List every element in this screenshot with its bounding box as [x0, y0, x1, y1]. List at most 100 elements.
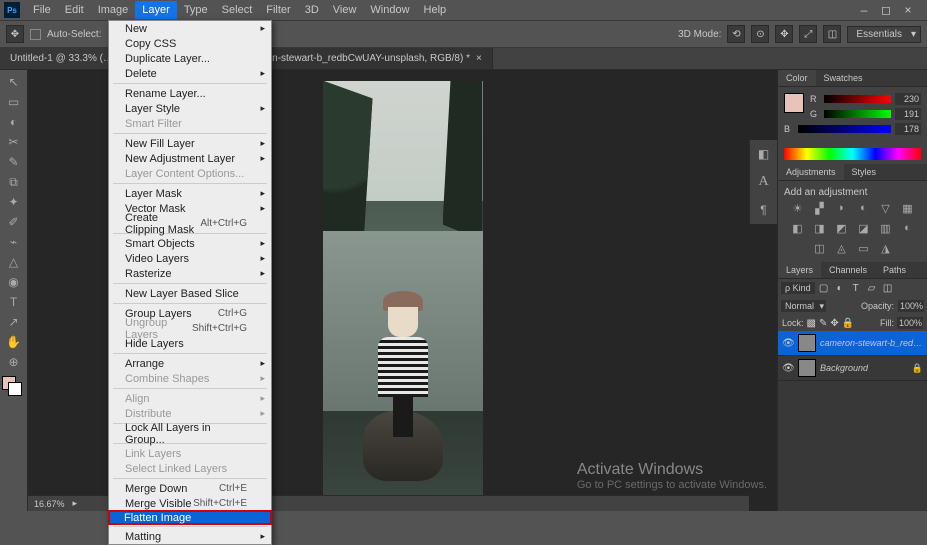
r-value[interactable]: 230 [895, 93, 921, 105]
menu-item-arrange[interactable]: Arrange [109, 356, 271, 371]
menu-item-delete[interactable]: Delete [109, 66, 271, 81]
menu-item-rename-layer-[interactable]: Rename Layer... [109, 86, 271, 101]
zoom-level[interactable]: 16.67% [34, 499, 65, 509]
selcolor-icon[interactable]: ◮ [878, 242, 894, 256]
menu-edit[interactable]: Edit [58, 1, 91, 19]
3d-icon-4[interactable]: ⤢ [799, 25, 817, 43]
filter-adj-icon[interactable]: ◐ [833, 283, 847, 294]
bw-icon[interactable]: ◨ [812, 222, 828, 236]
b-slider[interactable] [798, 125, 891, 133]
filter-type-icon[interactable]: T [849, 283, 863, 294]
photo-filter-icon[interactable]: ◩ [834, 222, 850, 236]
tool-10[interactable]: ◉ [2, 272, 26, 292]
invert-icon[interactable]: ◐ [900, 222, 916, 236]
menu-item-smart-objects[interactable]: Smart Objects [109, 236, 271, 251]
menu-3d[interactable]: 3D [298, 1, 326, 19]
menu-item-copy-css[interactable]: Copy CSS [109, 36, 271, 51]
menu-select[interactable]: Select [215, 1, 260, 19]
tool-14[interactable]: ⊕ [2, 352, 26, 372]
3d-icon-1[interactable]: ⟲ [727, 25, 745, 43]
blend-mode-select[interactable]: Normal [781, 300, 826, 312]
layer-row[interactable]: 👁Background🔒 [778, 356, 927, 381]
channel-mix-icon[interactable]: ◪ [856, 222, 872, 236]
color-spectrum[interactable] [784, 148, 921, 160]
para-panel-icon[interactable]: ¶ [754, 200, 774, 220]
bg-color-swatch[interactable] [8, 382, 22, 396]
filter-smart-icon[interactable]: ◫ [881, 283, 895, 294]
menu-item-layer-mask[interactable]: Layer Mask [109, 186, 271, 201]
menu-item-flatten-image[interactable]: Flatten Image [108, 510, 272, 525]
styles-tab[interactable]: Styles [844, 164, 885, 180]
lock-trans-icon[interactable]: ▩ [807, 318, 816, 329]
menu-view[interactable]: View [326, 1, 364, 19]
tool-3[interactable]: ✂ [2, 132, 26, 152]
menu-item-video-layers[interactable]: Video Layers [109, 251, 271, 266]
g-slider[interactable] [824, 110, 891, 118]
menu-item-create-clipping-mask[interactable]: Create Clipping MaskAlt+Ctrl+G [109, 216, 271, 231]
history-panel-icon[interactable]: ◧ [754, 144, 774, 164]
3d-icon-5[interactable]: ◫ [823, 25, 841, 43]
levels-icon[interactable]: ▞ [812, 202, 828, 216]
menu-item-matting[interactable]: Matting [109, 529, 271, 544]
3d-icon-3[interactable]: ✥ [775, 25, 793, 43]
minimize-button[interactable]: – [857, 3, 871, 17]
maximize-button[interactable]: ◻ [879, 3, 893, 17]
lock-pos-icon[interactable]: ✥ [830, 318, 838, 329]
menu-item-rasterize[interactable]: Rasterize [109, 266, 271, 281]
gradmap-icon[interactable]: ▭ [856, 242, 872, 256]
tool-8[interactable]: ⌁ [2, 232, 26, 252]
menu-item-lock-all-layers-in-group-[interactable]: Lock All Layers in Group... [109, 426, 271, 441]
channels-tab[interactable]: Channels [821, 262, 875, 278]
lock-all-icon[interactable]: 🔒 [842, 318, 854, 329]
visibility-icon[interactable]: 👁 [782, 338, 794, 349]
hue-icon[interactable]: ▦ [900, 202, 916, 216]
menu-help[interactable]: Help [417, 1, 454, 19]
menu-item-new-fill-layer[interactable]: New Fill Layer [109, 136, 271, 151]
filter-pixel-icon[interactable]: ▢ [817, 283, 831, 294]
tool-0[interactable]: ↖ [2, 72, 26, 92]
tool-1[interactable]: ▭ [2, 92, 26, 112]
menu-filter[interactable]: Filter [259, 1, 297, 19]
exposure-icon[interactable]: ◐ [856, 202, 872, 216]
menu-item-hide-layers[interactable]: Hide Layers [109, 336, 271, 351]
3d-icon-2[interactable]: ⊙ [751, 25, 769, 43]
char-panel-icon[interactable]: A [754, 172, 774, 192]
layer-row[interactable]: 👁cameron-stewart-b_redbC... [778, 331, 927, 356]
visibility-icon[interactable]: 👁 [782, 363, 794, 374]
poster-icon[interactable]: ◫ [812, 242, 828, 256]
menu-layer[interactable]: Layer [135, 1, 177, 19]
swatches-tab[interactable]: Swatches [816, 70, 871, 86]
lookup-icon[interactable]: ▥ [878, 222, 894, 236]
menu-item-new-layer-based-slice[interactable]: New Layer Based Slice [109, 286, 271, 301]
curves-icon[interactable]: ◗ [834, 202, 850, 216]
foreground-swatch[interactable] [784, 93, 804, 113]
menu-item-duplicate-layer-[interactable]: Duplicate Layer... [109, 51, 271, 66]
menu-item-new[interactable]: New [109, 21, 271, 36]
lock-pixel-icon[interactable]: ✎ [819, 318, 827, 329]
vibrance-icon[interactable]: ▽ [878, 202, 894, 216]
brightness-icon[interactable]: ☀ [790, 202, 806, 216]
g-value[interactable]: 191 [895, 108, 921, 120]
menu-item-merge-down[interactable]: Merge DownCtrl+E [109, 481, 271, 496]
opacity-value[interactable]: 100% [898, 300, 924, 312]
menu-item-new-adjustment-layer[interactable]: New Adjustment Layer [109, 151, 271, 166]
adjustments-tab[interactable]: Adjustments [778, 164, 844, 180]
status-arrow-icon[interactable]: ▸ [73, 498, 78, 509]
menu-item-merge-visible[interactable]: Merge VisibleShift+Ctrl+E [109, 496, 271, 511]
layer-thumb[interactable] [798, 359, 816, 377]
tool-13[interactable]: ✋ [2, 332, 26, 352]
filter-shape-icon[interactable]: ▱ [865, 283, 879, 294]
menu-window[interactable]: Window [363, 1, 416, 19]
fill-value[interactable]: 100% [897, 317, 923, 329]
tool-11[interactable]: T [2, 292, 26, 312]
colorbal-icon[interactable]: ◧ [790, 222, 806, 236]
workspace-selector[interactable]: Essentials [847, 26, 921, 43]
r-slider[interactable] [824, 95, 891, 103]
menu-item-layer-style[interactable]: Layer Style [109, 101, 271, 116]
tab-close-icon[interactable]: × [476, 53, 482, 64]
tool-9[interactable]: △ [2, 252, 26, 272]
layer-thumb[interactable] [798, 334, 816, 352]
tool-12[interactable]: ↗ [2, 312, 26, 332]
auto-select-checkbox[interactable] [30, 29, 41, 40]
thresh-icon[interactable]: ◬ [834, 242, 850, 256]
